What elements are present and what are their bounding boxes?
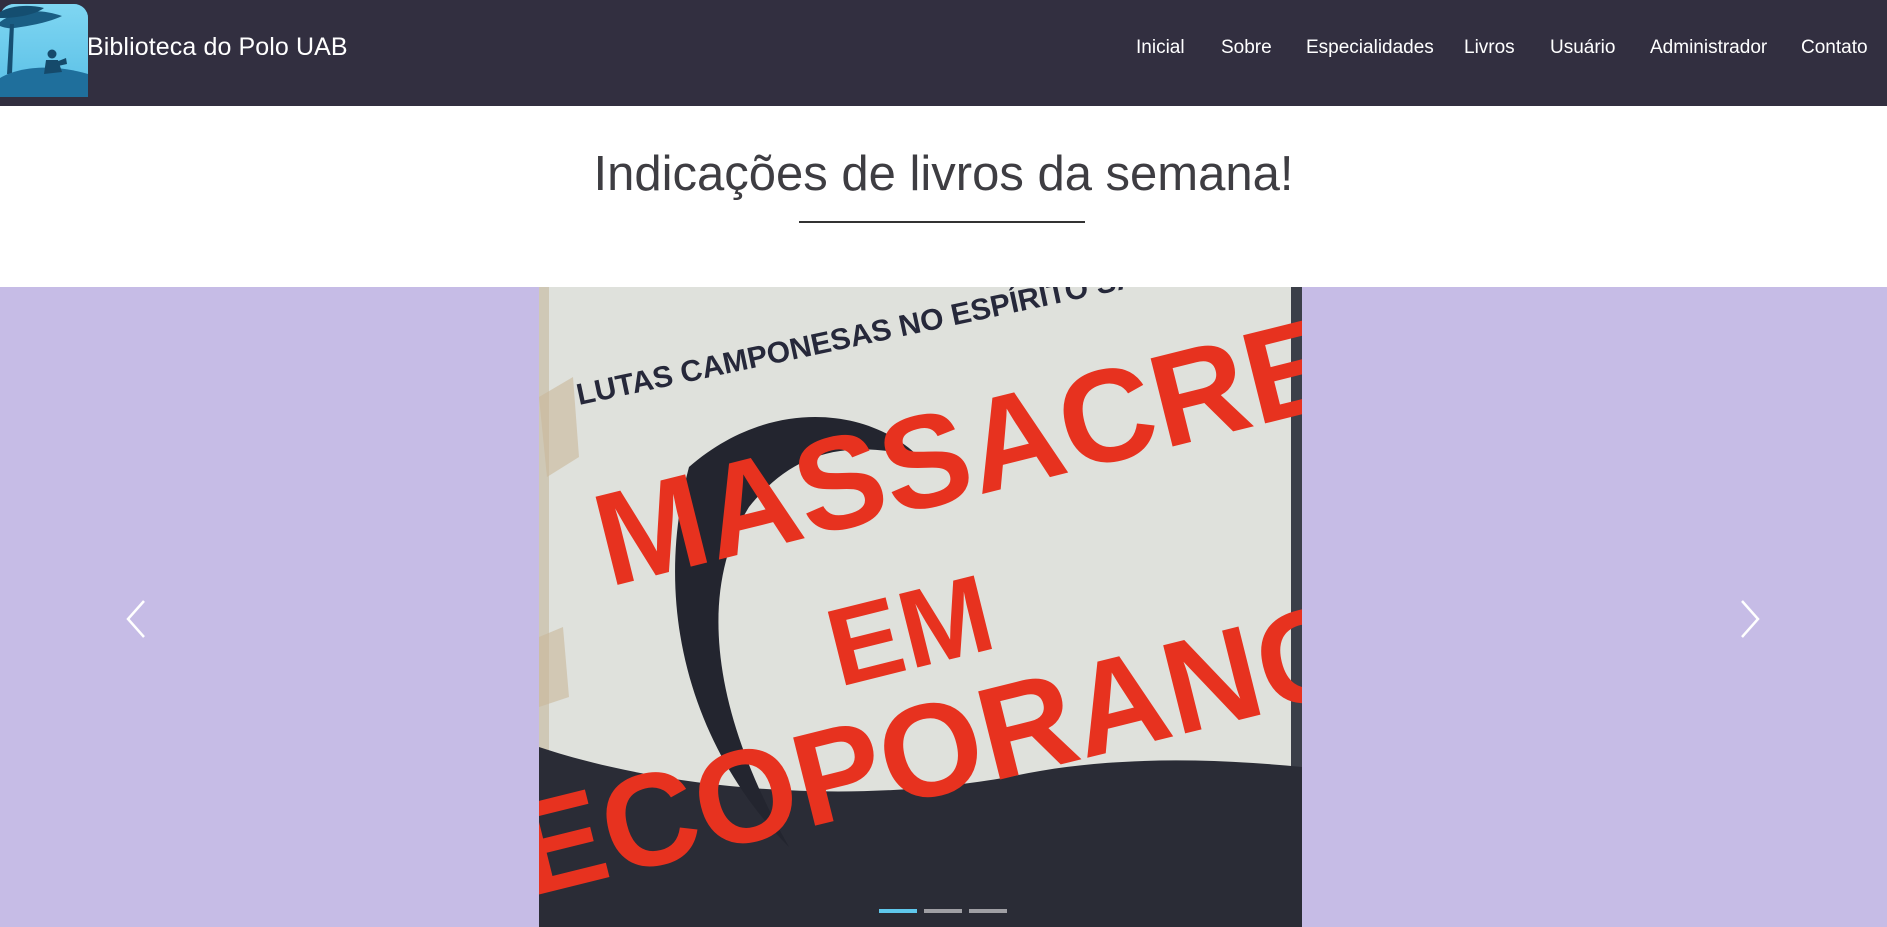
nav-item-livros[interactable]: Livros: [1464, 37, 1515, 59]
carousel-next-button[interactable]: [1734, 597, 1764, 641]
carousel-prev-button[interactable]: [122, 597, 152, 641]
featured-books-heading: Indicações de livros da semana!: [0, 106, 1887, 287]
nav-item-contato[interactable]: Contato: [1801, 37, 1868, 59]
carousel-indicator-1[interactable]: [879, 909, 917, 913]
main-nav: Inicial Sobre Especialidades Livros Usuá…: [0, 37, 1887, 63]
section-title: Indicações de livros da semana!: [593, 147, 1294, 201]
carousel-indicator-2[interactable]: [924, 909, 962, 913]
book-carousel[interactable]: LUTAS CAMPONESAS NO ESPÍRITO SANTO MASSA…: [0, 287, 1887, 927]
nav-item-especialidades[interactable]: Especialidades: [1306, 37, 1434, 59]
title-underline: [799, 221, 1085, 223]
chevron-right-icon: [1741, 600, 1760, 638]
carousel-indicator-3[interactable]: [969, 909, 1007, 913]
nav-item-usuario[interactable]: Usuário: [1550, 37, 1615, 59]
book-cover-image: LUTAS CAMPONESAS NO ESPÍRITO SANTO MASSA…: [539, 287, 1302, 927]
carousel-indicators: [0, 909, 1887, 919]
top-navbar: Biblioteca do Polo UAB Inicial Sobre Esp…: [0, 0, 1887, 106]
nav-item-inicial[interactable]: Inicial: [1136, 37, 1185, 59]
nav-item-sobre[interactable]: Sobre: [1221, 37, 1272, 59]
chevron-left-icon: [126, 600, 145, 638]
nav-item-administrador[interactable]: Administrador: [1650, 37, 1767, 59]
